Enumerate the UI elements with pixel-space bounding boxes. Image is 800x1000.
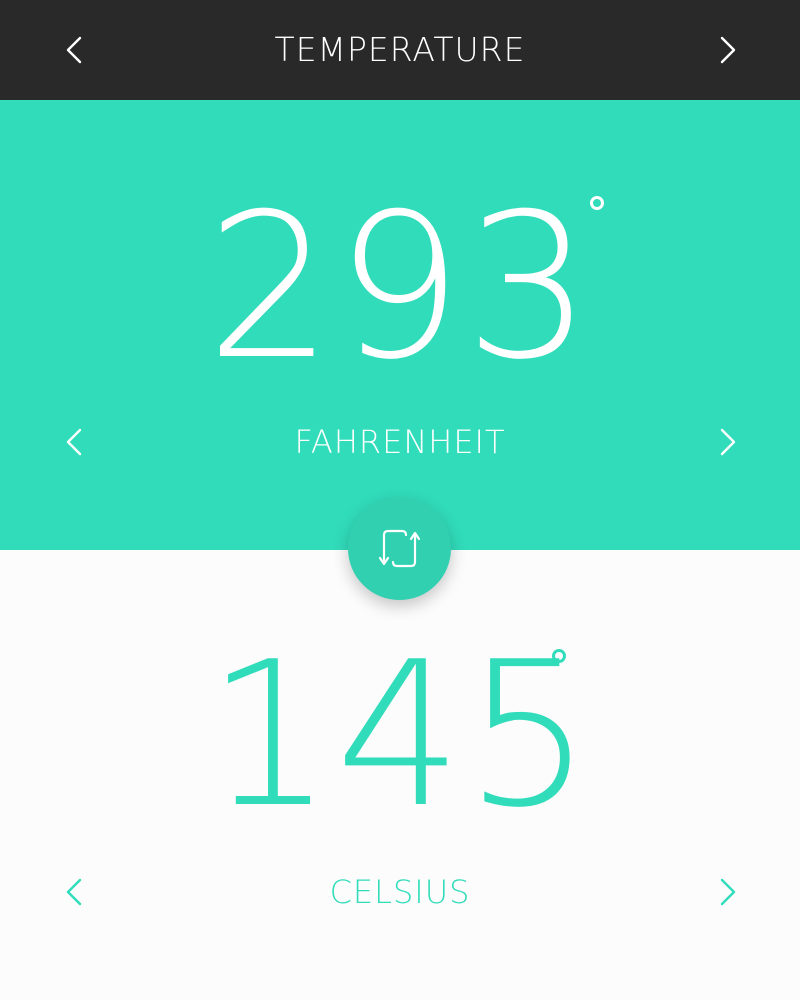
target-unit-label: CELSIUS <box>329 873 471 911</box>
source-unit-label: FAHRENHEIT <box>294 423 506 461</box>
temperature-converter-screen: TEMPERATURE 293 FAHRENHEIT 145 CELSIUS <box>0 0 800 1000</box>
target-unit-next-chevron-right-icon[interactable] <box>714 876 740 908</box>
header-forward-chevron-right-icon[interactable] <box>714 34 740 66</box>
target-degree-symbol <box>552 649 566 663</box>
swap-units-button[interactable] <box>348 497 451 600</box>
source-value[interactable]: 293 <box>0 188 800 388</box>
header-bar: TEMPERATURE <box>0 0 800 100</box>
source-unit-next-chevron-right-icon[interactable] <box>714 426 740 458</box>
source-degree-symbol <box>590 196 604 210</box>
page-title: TEMPERATURE <box>274 30 526 69</box>
target-value[interactable]: 145 <box>0 636 800 836</box>
swap-arrows-icon <box>378 529 421 568</box>
